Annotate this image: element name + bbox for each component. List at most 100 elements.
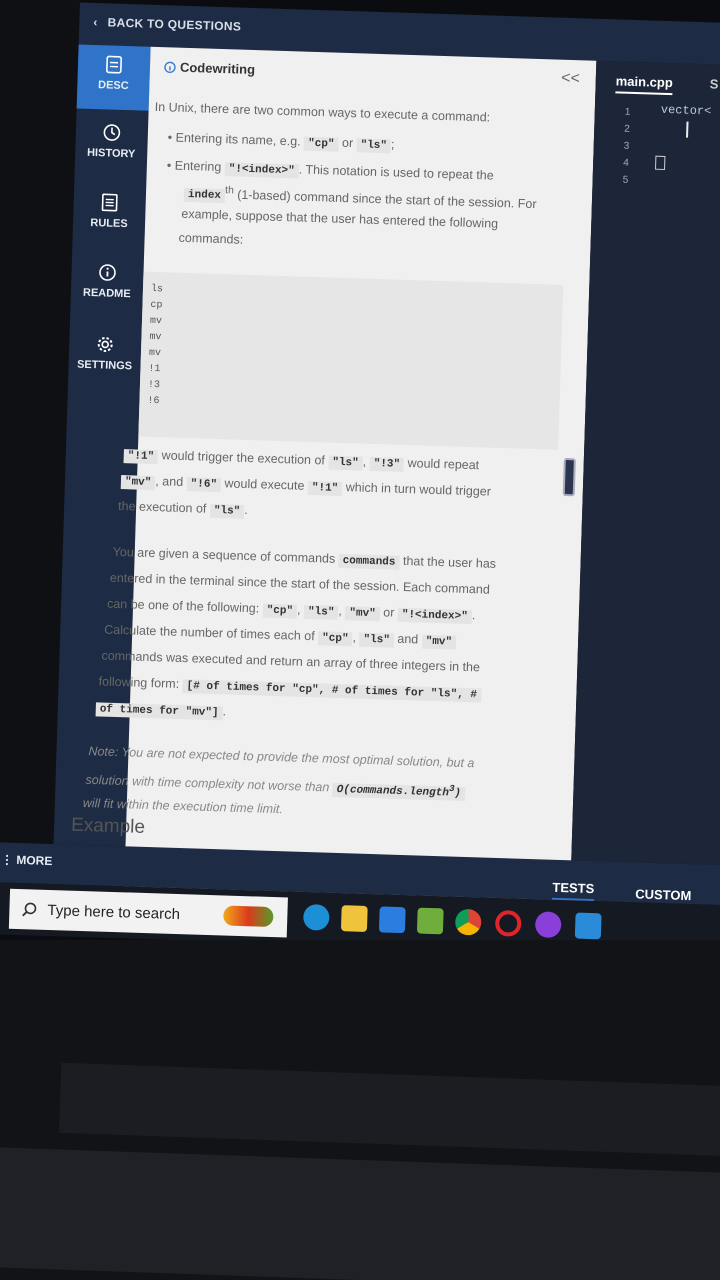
back-label: BACK TO QUESTIONS [107, 15, 242, 34]
inline-code: "mv" [120, 475, 156, 491]
bullet-text: ; [390, 137, 395, 152]
text: , and [155, 474, 184, 489]
back-to-questions-link[interactable]: ‹ BACK TO QUESTIONS [93, 15, 241, 34]
sidebar-item-desc[interactable]: DESC [76, 44, 151, 111]
inline-code: O(commands.length3) [332, 782, 466, 801]
bullet-text: Entering its name, e.g. [175, 130, 301, 149]
more-menu-button[interactable]: ⋮ MORE [1, 852, 53, 868]
task-line7: of times for "mv"]. [95, 695, 226, 725]
tab-main-cpp[interactable]: main.cpp [615, 73, 674, 96]
fold-marker-icon[interactable] [654, 155, 666, 170]
kebab-icon: ⋮ [0, 852, 17, 867]
search-placeholder: Type here to search [47, 901, 181, 923]
tab-second[interactable]: S [709, 76, 718, 91]
text: Calculate the number of times each of [104, 622, 315, 644]
inline-code: "cp" [317, 631, 353, 647]
line-number-gutter: 1 2 3 4 5 [622, 104, 630, 189]
intro-text: In Unix, there are two common ways to ex… [154, 99, 491, 125]
edge-browser-icon[interactable] [302, 903, 330, 931]
sidebar-item-settings[interactable]: SETTINGS [68, 334, 141, 372]
text: that the user has [402, 553, 497, 571]
chili-peppers-icon [223, 905, 274, 928]
text: , [362, 454, 367, 469]
clock-icon [103, 124, 121, 141]
line-number: 1 [624, 106, 631, 118]
sidebar-item-label: RULES [90, 216, 128, 231]
opera-icon[interactable] [494, 910, 522, 937]
text: following form: [98, 674, 180, 691]
sidebar-item-readme[interactable]: README [71, 262, 144, 300]
inline-code: of times for "mv"] [95, 702, 223, 721]
text: would repeat [407, 456, 480, 473]
complexity-close: ) [454, 787, 462, 800]
text-caret [686, 121, 689, 138]
code-editor[interactable]: main.cpp S 1 2 3 4 5 vector< [571, 60, 720, 866]
explanation-line3: the execution of "ls". [118, 494, 248, 524]
text: or [383, 605, 395, 620]
search-icon [22, 902, 37, 917]
sidebar-item-rules[interactable]: RULES [73, 192, 146, 230]
example-heading: Example [70, 814, 146, 838]
inline-code: "!<index>" [397, 607, 472, 625]
sidebar-item-history[interactable]: HISTORY [75, 122, 148, 160]
complexity-expression: O(commands.length [336, 783, 450, 800]
bullet-text: or [341, 135, 354, 151]
chrome-icon[interactable] [454, 908, 482, 936]
text: can be one of the following: [106, 596, 260, 616]
text: You are given a sequence of commands [112, 544, 336, 566]
commands-code-block: ls cp mv mv mv !1 !3 !6 [138, 271, 564, 450]
inline-code: "ls" [359, 632, 395, 648]
list-icon [101, 193, 118, 212]
text: solution with time complexity not worse … [85, 772, 330, 795]
inline-code: "!3" [369, 456, 405, 472]
text: . [471, 608, 476, 623]
text: and [397, 631, 419, 647]
inline-code: "!<index>" [224, 162, 299, 179]
inline-code: "mv" [421, 634, 457, 650]
tab-custom[interactable]: CUSTOM [635, 886, 692, 903]
inline-code: "!1" [307, 480, 343, 496]
inline-code: "ls" [356, 138, 392, 154]
inline-code: [# of times for "cp", # of times for "ls… [182, 679, 482, 703]
sidebar-item-label: SETTINGS [76, 358, 133, 373]
sidebar-item-label: DESC [97, 79, 129, 93]
taskbar-search-box[interactable]: Type here to search [8, 888, 288, 938]
bullet-text: . This notation is used to repeat the [298, 162, 494, 183]
more-label: MORE [16, 852, 53, 869]
podcast-app-icon[interactable] [534, 911, 562, 939]
line-number: 4 [623, 157, 629, 169]
info-circle-icon [164, 61, 176, 73]
superscript: th [224, 185, 234, 197]
document-icon [106, 55, 123, 74]
inline-code: "ls" [328, 455, 363, 471]
mail-icon[interactable] [378, 906, 406, 934]
text: . [222, 704, 227, 719]
inline-code: commands [338, 553, 400, 570]
text: which in turn would trigger [345, 480, 492, 499]
inline-code: index [183, 188, 226, 204]
text: . [244, 502, 248, 518]
task-type-label: Codewriting [179, 59, 256, 78]
code-line-1: vector< [660, 102, 712, 119]
inline-code: "cp" [303, 136, 339, 152]
photo-of-laptop-screen: ‹ BACK TO QUESTIONS DESC HISTORY RULES R… [0, 0, 720, 1280]
description-panel: Codewriting << In Unix, there are two co… [71, 46, 597, 901]
utorrent-icon[interactable] [416, 907, 444, 935]
sidebar-item-label: README [82, 286, 131, 301]
line-number: 5 [622, 174, 629, 186]
task-type-heading: Codewriting [164, 59, 256, 78]
tab-tests[interactable]: TESTS [552, 879, 595, 902]
inline-code: "!6" [186, 477, 222, 493]
line-number: 3 [623, 140, 630, 152]
vscode-icon[interactable] [574, 912, 602, 940]
inline-code: "mv" [345, 606, 380, 622]
collapse-panel-button[interactable]: << [561, 70, 580, 89]
sidebar-item-label: HISTORY [86, 146, 136, 161]
bullet-2-line4: commands: [178, 230, 244, 247]
chevron-left-icon: ‹ [93, 14, 98, 30]
text: would trigger the execution of [161, 448, 326, 468]
file-explorer-icon[interactable] [340, 905, 368, 932]
info-icon [99, 264, 116, 281]
pane-resize-handle[interactable] [562, 457, 576, 497]
inline-code: "ls" [303, 604, 339, 620]
